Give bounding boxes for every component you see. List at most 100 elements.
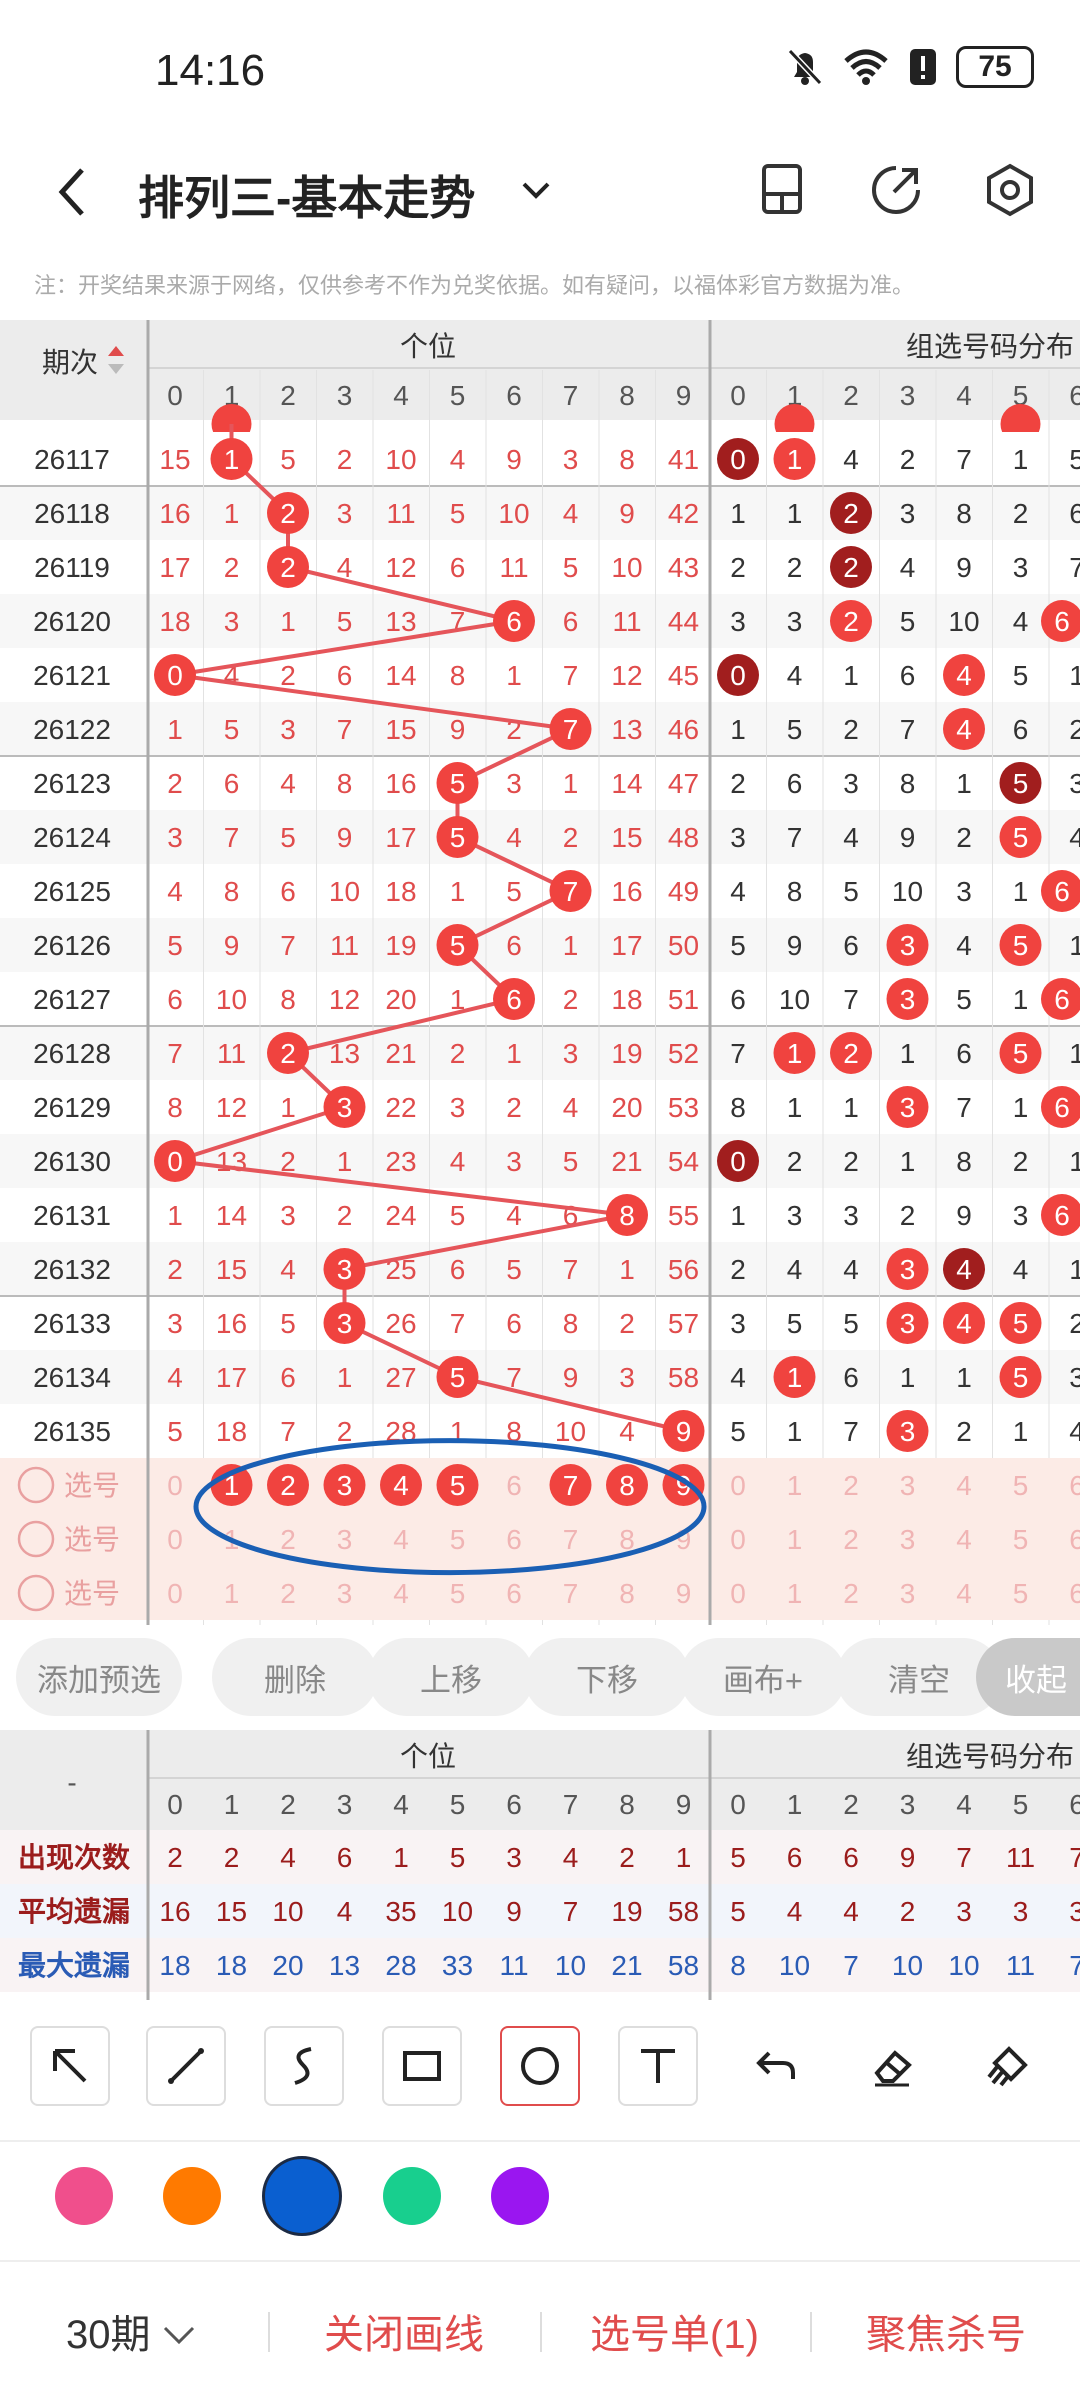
line-tool[interactable] (146, 2026, 226, 2106)
omission-cell: 9 (224, 930, 240, 961)
pick-digit[interactable]: 6 (506, 1578, 522, 1609)
pick-list-button[interactable]: 选号单(1) (590, 2302, 759, 2360)
action-button[interactable]: 画布+ (680, 1638, 846, 1716)
pick-zu-digit[interactable]: 5 (1013, 1578, 1029, 1609)
color-swatch[interactable] (383, 2167, 441, 2225)
pick-zu-digit[interactable]: 2 (843, 1524, 859, 1555)
zu-ball-label: 4 (956, 714, 972, 745)
pick-zu-digit[interactable]: 5 (1013, 1470, 1029, 1501)
color-swatch[interactable] (163, 2167, 221, 2225)
action-button[interactable]: 添加预选 (16, 1638, 182, 1716)
undo-tool[interactable] (736, 2026, 816, 2106)
pick-digit[interactable]: 2 (280, 1578, 296, 1609)
pick-zu-digit[interactable]: 6 (1069, 1470, 1080, 1501)
status-time: 14:16 (155, 46, 266, 95)
pick-zu-digit[interactable]: 3 (900, 1470, 916, 1501)
pick-zu-digit[interactable]: 0 (730, 1524, 746, 1555)
zu-omission-cell: 4 (787, 660, 803, 691)
pick-zu-digit[interactable]: 0 (730, 1470, 746, 1501)
text-tool[interactable] (618, 2026, 698, 2106)
pick-row[interactable]: 选号 0 1 2 3 4 5 6 7 8 9 0 1 2 3 4 5 6 (0, 1458, 1080, 1512)
omission-cell: 5 (563, 552, 579, 583)
pick-digit[interactable]: 5 (450, 1578, 466, 1609)
action-button[interactable]: 下移 (524, 1638, 690, 1716)
stats-cell: 6 (337, 1842, 353, 1873)
page-title[interactable]: 排列三-基本走势 (138, 162, 475, 228)
pick-zu-digit[interactable]: 3 (900, 1578, 916, 1609)
pick-zu-digit[interactable]: 4 (956, 1578, 972, 1609)
table-row[interactable]: 26122 1 5 3 7 15 9 2 13 46 1 5 2 7 6 2 (0, 702, 1080, 756)
zu-omission-cell: 7 (843, 1416, 859, 1447)
arrow-tool[interactable] (30, 2026, 110, 2106)
table-row[interactable]: 26131 1 14 3 2 24 5 4 6 55 1 3 3 2 9 3 (0, 1188, 1080, 1242)
chevron-down-icon[interactable] (518, 176, 554, 206)
pick-digit[interactable]: 6 (506, 1470, 522, 1501)
color-swatch[interactable] (491, 2167, 549, 2225)
pick-zu-digit[interactable]: 2 (843, 1578, 859, 1609)
pick-zu-digit[interactable]: 2 (843, 1470, 859, 1501)
pick-row[interactable]: 选号 0 1 2 3 4 5 6 7 8 9 0 1 2 3 4 5 6 (0, 1566, 1080, 1620)
clear-canvas-tool[interactable] (970, 2026, 1050, 2106)
pick-zu-digit[interactable]: 6 (1069, 1578, 1080, 1609)
pick-zu-digit[interactable]: 5 (1013, 1524, 1029, 1555)
zu-omission-cell: 6 (787, 768, 803, 799)
pick-zu-digit[interactable]: 1 (787, 1524, 803, 1555)
table-row[interactable]: 26125 4 8 6 10 18 1 5 16 49 4 8 5 10 3 1 (0, 864, 1080, 918)
pick-digit[interactable]: 2 (280, 1524, 296, 1555)
eraser-tool[interactable] (852, 2026, 932, 2106)
pick-digit[interactable]: 6 (506, 1524, 522, 1555)
close-lines-button[interactable]: 关闭画线 (324, 2302, 484, 2360)
pick-zu-digit[interactable]: 1 (787, 1578, 803, 1609)
table-row[interactable]: 26120 18 3 1 5 13 7 6 11 44 3 3 5 10 4 (0, 594, 1080, 648)
table-row[interactable]: 26124 3 7 5 9 17 4 2 15 48 3 7 4 9 2 4 (0, 810, 1080, 864)
period-cell: 26122 (33, 714, 111, 745)
winner-ball-label: 1 (224, 444, 240, 475)
focus-kill-button[interactable]: 聚焦杀号 (866, 2302, 1026, 2360)
pick-digit[interactable]: 7 (563, 1524, 579, 1555)
color-swatch[interactable] (55, 2167, 113, 2225)
circle-tool[interactable] (500, 2026, 580, 2106)
share-icon[interactable] (868, 162, 924, 218)
trend-chart[interactable]: 期次个位 组选号码分布0 1 2 3 4 5 6 7 8 9 0 1 2 3 4 5 626117 15 5 2 10 4 9… (0, 320, 1080, 1625)
table-row[interactable]: 26128 7 11 13 21 2 1 3 19 52 7 1 6 1 (0, 1026, 1080, 1080)
pick-zu-digit[interactable]: 1 (787, 1470, 803, 1501)
color-swatch[interactable] (262, 2156, 342, 2236)
pick-digit[interactable]: 4 (393, 1578, 409, 1609)
rectangle-tool[interactable] (382, 2026, 462, 2106)
pick-digit[interactable]: 7 (563, 1578, 579, 1609)
omission-cell: 1 (167, 714, 183, 745)
pick-digit[interactable]: 3 (337, 1578, 353, 1609)
pick-row[interactable]: 选号 0 1 2 3 4 5 6 7 8 9 0 1 2 3 4 5 6 (0, 1512, 1080, 1566)
settings-icon[interactable] (982, 162, 1038, 218)
omission-cell: 19 (385, 930, 416, 961)
action-button[interactable]: 上移 (368, 1638, 534, 1716)
pick-zu-digit[interactable]: 4 (956, 1524, 972, 1555)
curve-tool[interactable] (264, 2026, 344, 2106)
pick-zu-digit[interactable]: 3 (900, 1524, 916, 1555)
pick-zu-digit[interactable]: 6 (1069, 1524, 1080, 1555)
omission-cell: 56 (668, 1254, 699, 1285)
omission-cell: 6 (280, 1362, 296, 1393)
pick-digit[interactable]: 0 (167, 1524, 183, 1555)
pick-digit[interactable]: 3 (337, 1524, 353, 1555)
pick-zu-digit[interactable]: 0 (730, 1578, 746, 1609)
omission-cell: 1 (506, 1038, 522, 1069)
table-row[interactable]: 26119 17 2 4 12 6 11 5 10 43 2 2 4 9 3 7 (0, 540, 1080, 594)
pick-digit[interactable]: 1 (224, 1578, 240, 1609)
table-row[interactable]: 26123 2 6 4 8 16 3 1 14 47 2 6 3 8 1 3 (0, 756, 1080, 810)
back-icon[interactable] (52, 162, 92, 222)
pick-digit[interactable]: 8 (619, 1578, 635, 1609)
action-button[interactable]: 收起 (976, 1638, 1080, 1716)
omission-cell: 3 (619, 1362, 635, 1393)
table-row[interactable]: 26117 15 5 2 10 4 9 3 8 41 4 2 7 1 5 (0, 432, 1080, 486)
action-button[interactable]: 删除 (212, 1638, 378, 1716)
pick-digit[interactable]: 0 (167, 1470, 183, 1501)
period-selector[interactable]: 30期 (66, 2302, 199, 2360)
pick-digit[interactable]: 4 (393, 1524, 409, 1555)
pick-digit[interactable]: 9 (676, 1578, 692, 1609)
pick-digit[interactable]: 0 (167, 1578, 183, 1609)
pick-zu-digit[interactable]: 4 (956, 1470, 972, 1501)
table-row[interactable]: 26118 16 1 3 11 5 10 4 9 42 1 1 3 8 2 6 (0, 486, 1080, 540)
pick-digit[interactable]: 5 (450, 1524, 466, 1555)
split-view-icon[interactable] (756, 162, 808, 218)
